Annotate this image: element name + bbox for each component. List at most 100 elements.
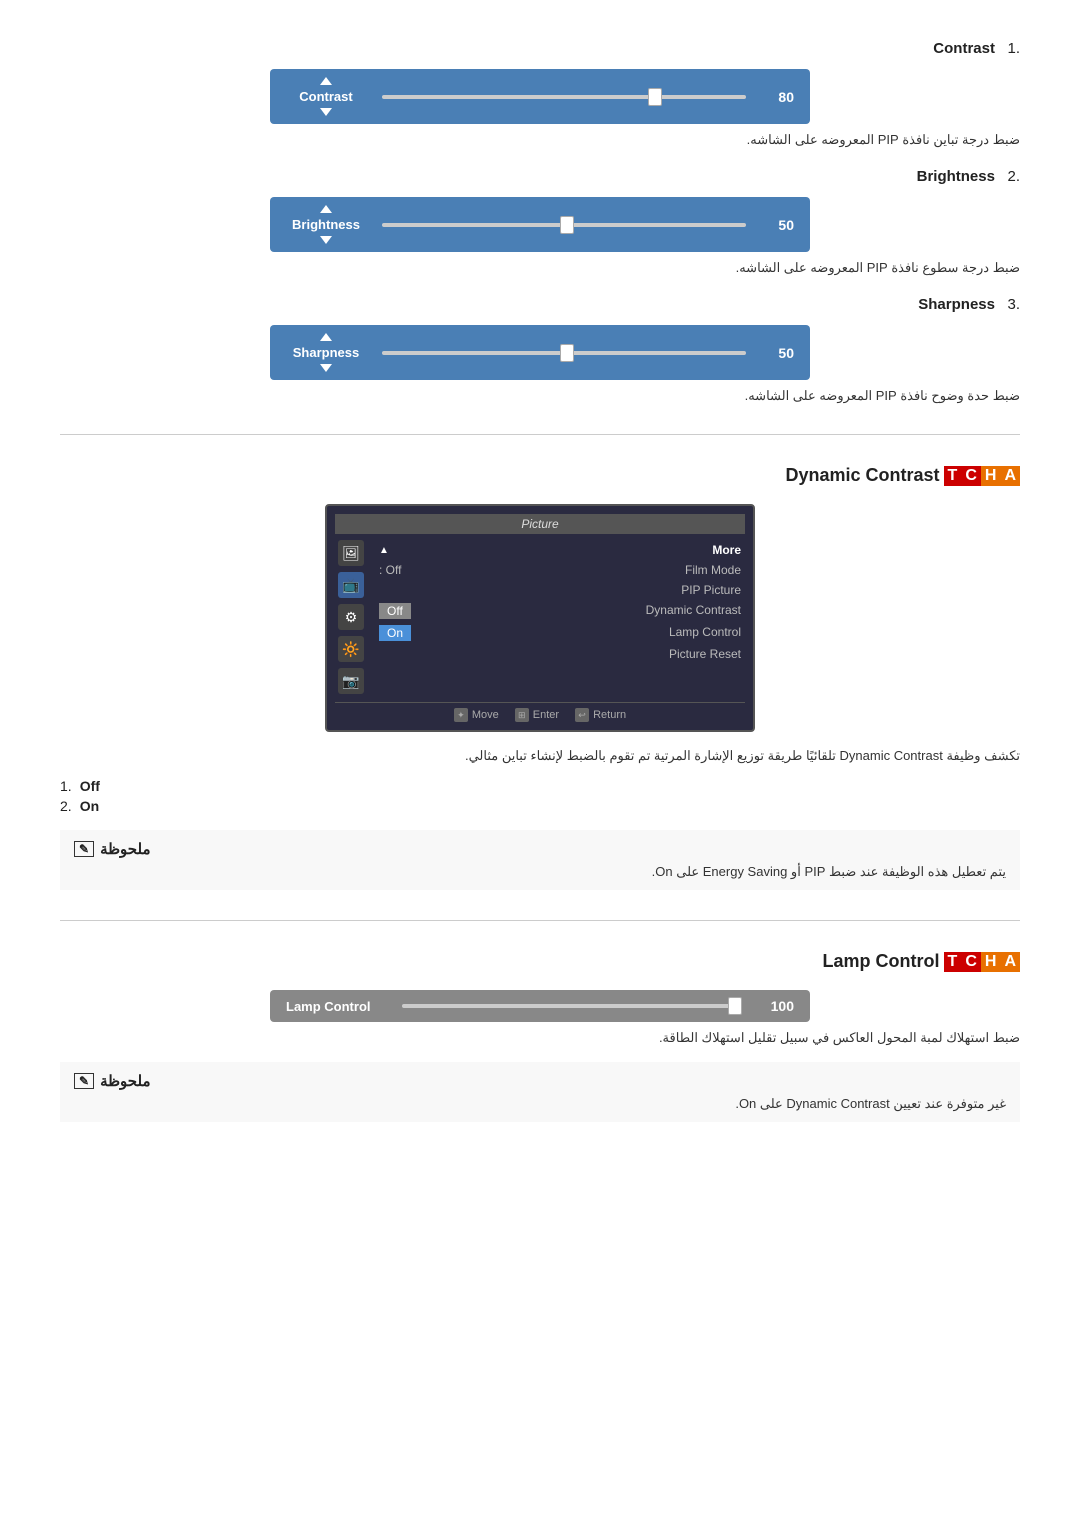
- footer-move-label: Move: [472, 709, 499, 721]
- lamp-slider-label: Lamp Control: [286, 999, 386, 1014]
- brightness-value: 50: [762, 217, 794, 233]
- footer-enter-label: Enter: [533, 709, 559, 721]
- dc-option-off-label: Off: [80, 778, 100, 794]
- lamp-tcha-c: C: [961, 952, 981, 972]
- dc-note-box: ملحوظة ✎ يتم تعطيل هذه الوظيفة عند ضبط P…: [60, 830, 1020, 890]
- brightness-track[interactable]: [382, 223, 746, 227]
- lamp-slider-widget[interactable]: Lamp Control 100: [270, 990, 810, 1022]
- brightness-slider-label: Brightness: [286, 205, 366, 244]
- dc-option-on-number: .2: [60, 798, 72, 814]
- osd-icon-4: 🔆: [338, 636, 364, 662]
- contrast-arrow-down-icon: [320, 108, 332, 116]
- lamp-val: On: [379, 625, 411, 641]
- osd-screenshot: Picture 🖼 📺 ⚙ 🔆 📷 ▲ More : Off: [325, 504, 755, 732]
- dc-note-title: ملحوظة ✎: [74, 840, 1006, 858]
- lamp-note-pencil-icon: ✎: [74, 1073, 94, 1089]
- contrast-value: 80: [762, 89, 794, 105]
- dc-note-text: يتم تعطيل هذه الوظيفة عند ضبط PIP أو Ene…: [74, 864, 1006, 880]
- divider-1: [60, 434, 1020, 435]
- lamp-label: Lamp Control: [669, 625, 741, 641]
- osd-menu-item-picture-reset: Picture Reset: [375, 644, 745, 664]
- brightness-section: Brightness 2. Brightness 50 ضبط درجة سطو…: [60, 168, 1020, 276]
- footer-return: ↩ Return: [575, 708, 626, 722]
- enter-icon: ⊞: [515, 708, 529, 722]
- lamp-note-text: غير متوفرة عند تعيين Dynamic Contrast عل…: [74, 1096, 1006, 1112]
- contrast-arrow-up-icon: [320, 77, 332, 85]
- dynamic-contrast-title-text: Dynamic Contrast: [785, 465, 939, 486]
- contrast-description: ضبط درجة تباين نافذة PIP المعروضه على ال…: [60, 132, 1020, 148]
- dc-label: Dynamic Contrast: [646, 603, 741, 619]
- lamp-value: 100: [758, 998, 794, 1014]
- lamp-tcha-h: H: [981, 952, 1001, 972]
- sharpness-section: Sharpness 3. Sharpness 50 ضبط حدة وضوح ن…: [60, 296, 1020, 404]
- brightness-arrow-down-icon: [320, 236, 332, 244]
- sharpness-heading: Sharpness 3.: [60, 296, 1020, 313]
- sharpness-slider-widget[interactable]: Sharpness 50: [270, 325, 810, 380]
- sharpness-arrow-up-icon: [320, 333, 332, 341]
- tcha-c: C: [961, 466, 981, 486]
- osd-menu-item-pip: PIP Picture: [375, 580, 745, 600]
- footer-enter: ⊞ Enter: [515, 708, 559, 722]
- sharpness-thumb[interactable]: [560, 344, 574, 362]
- contrast-number: 1.: [1007, 40, 1020, 57]
- brightness-slider-widget[interactable]: Brightness 50: [270, 197, 810, 252]
- sharpness-description: ضبط حدة وضوح نافذة PIP المعروضه على الشا…: [60, 388, 1020, 404]
- lamp-control-title: Lamp Control TCHA: [60, 951, 1020, 972]
- page-container: Contrast 1. Contrast 80 ضبط درجة تباين ن…: [0, 0, 1080, 1178]
- contrast-slider-label: Contrast: [286, 77, 366, 116]
- brightness-number: 2.: [1007, 168, 1020, 185]
- sharpness-track[interactable]: [382, 351, 746, 355]
- osd-menu-item-lamp-control: On Lamp Control: [375, 622, 745, 644]
- osd-title-bar: Picture: [335, 514, 745, 534]
- contrast-section: Contrast 1. Contrast 80 ضبط درجة تباين ن…: [60, 40, 1020, 148]
- lamp-tcha-a: A: [1000, 952, 1020, 972]
- lamp-control-section: Lamp Control TCHA Lamp Control 100 ضبط ا…: [60, 951, 1020, 1122]
- sharpness-label: Sharpness: [918, 296, 995, 313]
- filmmode-val: : Off: [379, 563, 401, 577]
- tcha-badge: TCHA: [944, 466, 1020, 486]
- brightness-arrow-up-icon: [320, 205, 332, 213]
- return-icon: ↩: [575, 708, 589, 722]
- osd-menu-list: ▲ More : Off Film Mode PIP Picture Off D…: [375, 540, 745, 694]
- sharpness-value: 50: [762, 345, 794, 361]
- sharpness-number: 3.: [1007, 296, 1020, 313]
- lamp-thumb[interactable]: [728, 997, 742, 1015]
- brightness-heading: Brightness 2.: [60, 168, 1020, 185]
- pr-label: Picture Reset: [669, 647, 741, 661]
- osd-menu-item-more: ▲ More: [375, 540, 745, 560]
- dc-options-list: Off .1 On .2: [60, 778, 1020, 814]
- lamp-control-title-text: Lamp Control: [823, 951, 940, 972]
- brightness-label: Brightness: [917, 168, 995, 185]
- osd-icon-2-selected: 📺: [338, 572, 364, 598]
- sharpness-arrow-down-icon: [320, 364, 332, 372]
- dc-val: Off: [379, 603, 411, 619]
- pip-label: PIP Picture: [681, 583, 741, 597]
- brightness-thumb[interactable]: [560, 216, 574, 234]
- dynamic-contrast-section: Dynamic Contrast TCHA Picture 🖼 📺 ⚙ 🔆 📷: [60, 465, 1020, 890]
- lamp-track[interactable]: [402, 1004, 742, 1008]
- dc-note-pencil-icon: ✎: [74, 841, 94, 857]
- osd-icon-3: ⚙: [338, 604, 364, 630]
- osd-icon-1: 🖼: [338, 540, 364, 566]
- dynamic-contrast-description: تكشف وظيفة Dynamic Contrast تلقائيًا طري…: [60, 748, 1020, 764]
- contrast-track[interactable]: [382, 95, 746, 99]
- brightness-description: ضبط درجة سطوع نافذة PIP المعروضه على الش…: [60, 260, 1020, 276]
- dc-option-off-number: .1: [60, 778, 72, 794]
- tcha-t: T: [944, 466, 962, 486]
- osd-menu-item-dynamic-contrast: Off Dynamic Contrast: [375, 600, 745, 622]
- filmmode-label: Film Mode: [685, 563, 741, 577]
- osd-footer: ✦ Move ⊞ Enter ↩ Return: [335, 702, 745, 722]
- footer-return-label: Return: [593, 709, 626, 721]
- lamp-tcha-t: T: [944, 952, 962, 972]
- lamp-note-box: ملحوظة ✎ غير متوفرة عند تعيين Dynamic Co…: [60, 1062, 1020, 1122]
- contrast-heading: Contrast 1.: [60, 40, 1020, 57]
- osd-menu-item-filmmode: : Off Film Mode: [375, 560, 745, 580]
- contrast-slider-widget[interactable]: Contrast 80: [270, 69, 810, 124]
- more-arrow-icon: ▲: [379, 545, 389, 556]
- divider-2: [60, 920, 1020, 921]
- sharpness-slider-label: Sharpness: [286, 333, 366, 372]
- osd-title-text: Picture: [521, 517, 558, 531]
- lamp-note-title: ملحوظة ✎: [74, 1072, 1006, 1090]
- tcha-h: H: [981, 466, 1001, 486]
- contrast-thumb[interactable]: [648, 88, 662, 106]
